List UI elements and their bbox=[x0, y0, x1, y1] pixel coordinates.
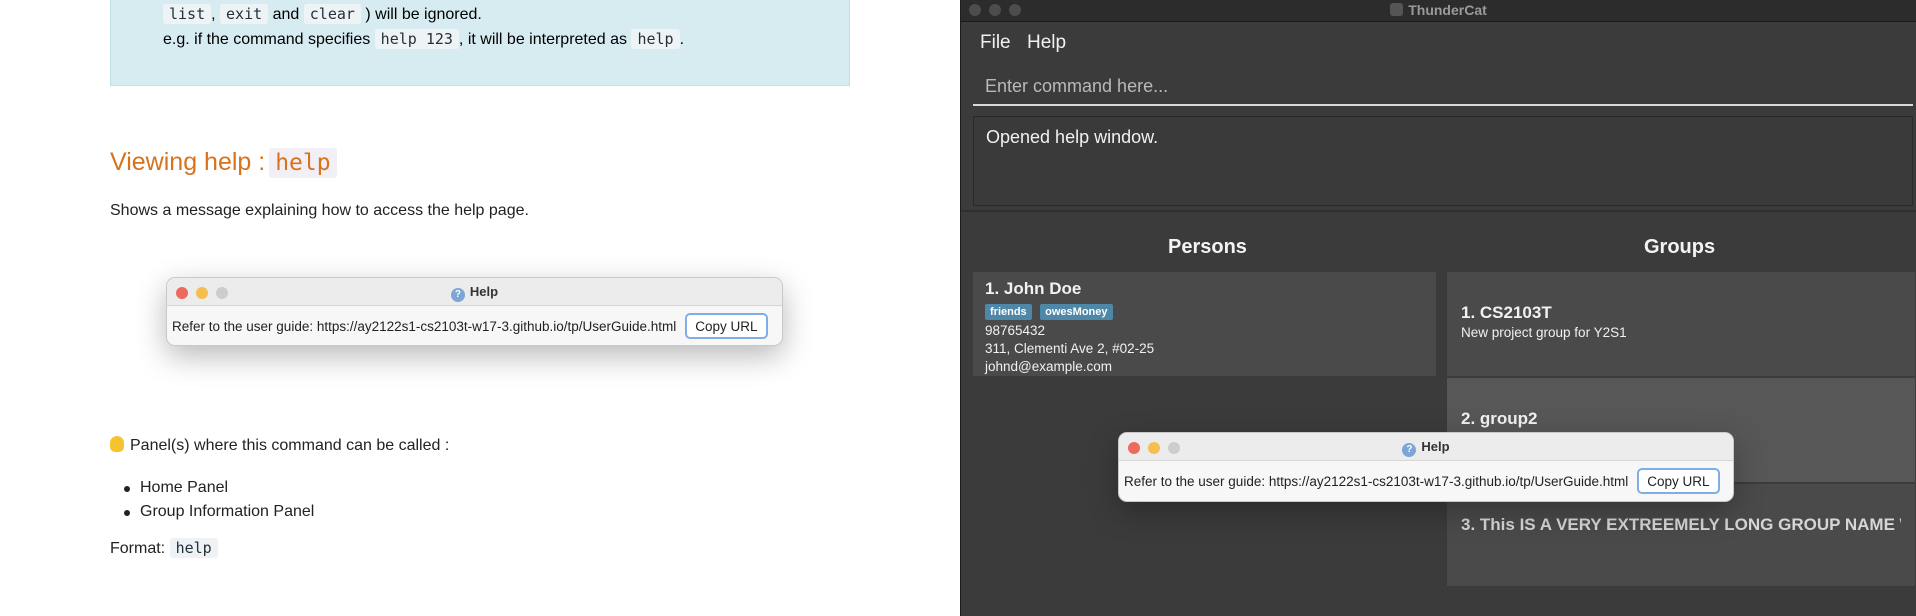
groups-title: Groups bbox=[1644, 236, 1716, 258]
panel-list: Home Panel Group Information Panel bbox=[123, 476, 314, 524]
divider bbox=[961, 210, 1916, 212]
command-box bbox=[973, 68, 1913, 106]
close-icon[interactable] bbox=[1128, 442, 1140, 454]
close-icon[interactable] bbox=[969, 4, 981, 16]
tag-friends: friends bbox=[985, 304, 1032, 320]
zoom-icon[interactable] bbox=[1168, 442, 1180, 454]
window-titlebar: ThunderCat bbox=[961, 0, 1916, 22]
group-name: 3. This IS A VERY EXTREEMELY LONG GROUP … bbox=[1461, 515, 1901, 534]
person-address: 311, Clementi Ave 2, #02-25 bbox=[985, 341, 1155, 356]
command-input[interactable] bbox=[973, 68, 1913, 104]
list-item: Home Panel bbox=[123, 476, 314, 500]
heading-code: help bbox=[269, 148, 337, 178]
minimize-icon[interactable] bbox=[989, 4, 1001, 16]
tag-owes-money: owesMoney bbox=[1040, 304, 1113, 320]
group-description: New project group for Y2S1 bbox=[1461, 325, 1627, 340]
code-help-123: help 123 bbox=[374, 29, 459, 49]
help-window: ? Help Refer to the user guide: https://a… bbox=[1118, 432, 1734, 502]
app-logo-icon bbox=[1390, 3, 1404, 16]
notes-callout: list, exit and clear ) will be ignored. … bbox=[110, 0, 850, 86]
copy-url-button: Copy URL bbox=[685, 313, 768, 339]
help-message: Refer to the user guide: https://ay2122s… bbox=[1124, 473, 1629, 489]
help-window-titlebar: ? Help bbox=[167, 278, 782, 306]
section-heading-viewing-help: Viewing help : help bbox=[110, 148, 337, 178]
person-phone: 98765432 bbox=[985, 323, 1046, 338]
person-tags: friends owesMoney bbox=[985, 302, 1424, 322]
close-icon bbox=[176, 287, 188, 299]
copy-url-button[interactable]: Copy URL bbox=[1637, 468, 1720, 494]
group-card[interactable]: 1. CS2103T New project group for Y2S1 bbox=[1447, 272, 1915, 376]
help-window-screenshot: ? Help Refer to the user guide: https://a… bbox=[166, 277, 783, 346]
person-name: 1. John Doe bbox=[985, 279, 1082, 298]
window-title: ThunderCat bbox=[1408, 2, 1487, 18]
help-question-icon: ? bbox=[450, 288, 465, 302]
zoom-icon bbox=[216, 287, 228, 299]
result-display: Opened help window. bbox=[973, 116, 1913, 206]
group-name: 2. group2 bbox=[1461, 409, 1538, 428]
thundercat-window: ThunderCat File Help Opened help window.… bbox=[960, 0, 1916, 616]
minimize-icon bbox=[196, 287, 208, 299]
callout-line-1: list, exit and clear ) will be ignored. bbox=[163, 4, 482, 24]
zoom-icon[interactable] bbox=[1009, 4, 1021, 16]
help-window-titlebar[interactable]: ? Help bbox=[1119, 433, 1733, 461]
menu-bar: File Help bbox=[961, 22, 1916, 62]
section-description: Shows a message explaining how to access… bbox=[110, 202, 529, 219]
list-item: Group Information Panel bbox=[123, 500, 314, 524]
callout-line-2: e.g. if the command specifies help 123, … bbox=[163, 29, 685, 49]
result-text: Opened help window. bbox=[986, 127, 1159, 147]
person-card[interactable]: 1. John Doe friends owesMoney 98765432 3… bbox=[973, 272, 1436, 376]
minimize-icon[interactable] bbox=[1148, 442, 1160, 454]
group-name: 1. CS2103T bbox=[1461, 303, 1552, 322]
help-window-body: Refer to the user guide: https://ay2122s… bbox=[167, 306, 782, 345]
menu-help[interactable]: Help bbox=[1027, 32, 1066, 54]
panels-tip: Panel(s) where this command can be calle… bbox=[110, 436, 449, 455]
user-guide-page: list, exit and clear ) will be ignored. … bbox=[0, 0, 960, 616]
help-message: Refer to the user guide: https://ay2122s… bbox=[172, 318, 677, 334]
code-exit: exit bbox=[220, 4, 269, 24]
code-help: help bbox=[631, 29, 680, 49]
lightbulb-icon bbox=[110, 436, 124, 452]
code-list: list bbox=[163, 4, 212, 24]
help-window-body: Refer to the user guide: https://ay2122s… bbox=[1119, 461, 1733, 501]
help-question-icon: ? bbox=[1402, 443, 1417, 457]
person-email: johnd@example.com bbox=[985, 359, 1113, 374]
menu-file[interactable]: File bbox=[980, 32, 1011, 54]
format-code: help bbox=[169, 538, 218, 558]
format-line: Format: help bbox=[110, 538, 218, 558]
code-clear: clear bbox=[303, 4, 361, 24]
persons-title: Persons bbox=[1168, 236, 1247, 258]
